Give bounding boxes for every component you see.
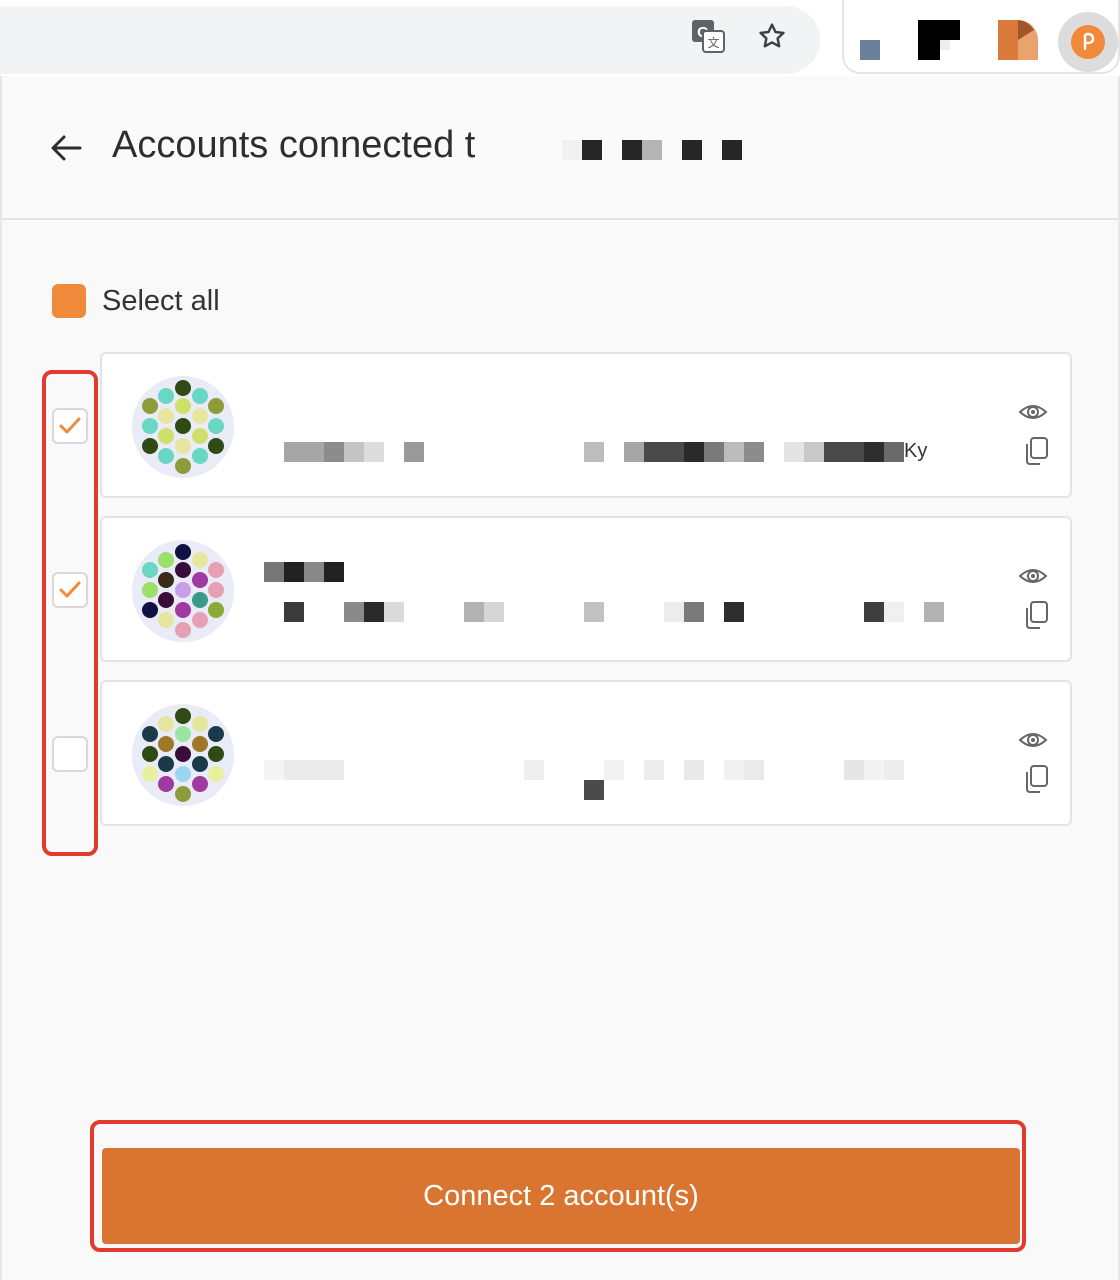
account-card-3[interactable]	[100, 680, 1072, 826]
select-all-indicator	[52, 284, 86, 318]
eye-icon[interactable]	[1018, 400, 1048, 424]
account-address-suffix: Ky	[904, 440, 928, 462]
eye-icon[interactable]	[1018, 564, 1048, 588]
account-avatar	[132, 540, 234, 642]
extension-icon-3[interactable]	[998, 20, 1038, 60]
extension-icon-2[interactable]	[918, 20, 960, 60]
back-arrow-icon[interactable]	[46, 128, 86, 168]
extension-icon-1[interactable]	[860, 40, 880, 60]
account-card-1[interactable]: Ky	[100, 352, 1072, 498]
select-all-checkbox[interactable]: Select all	[52, 284, 220, 318]
account-3-checkbox[interactable]	[52, 736, 88, 772]
connect-accounts-popup: Accounts connected t Select all Ky Conne…	[0, 76, 1120, 1280]
account-1-checkbox[interactable]	[52, 408, 88, 444]
checkmark-icon	[59, 417, 81, 434]
pinned-extension-icon[interactable]	[1058, 12, 1118, 72]
account-avatar	[132, 376, 234, 478]
copy-icon[interactable]	[1022, 764, 1050, 794]
connect-accounts-button[interactable]: Connect 2 account(s)	[102, 1148, 1020, 1244]
account-2-checkbox[interactable]	[52, 572, 88, 608]
select-all-label: Select all	[102, 284, 220, 317]
page-title: Accounts connected t	[112, 124, 476, 166]
copy-icon[interactable]	[1022, 600, 1050, 630]
account-avatar	[132, 704, 234, 806]
bookmark-star-icon[interactable]	[754, 18, 790, 54]
eye-icon[interactable]	[1018, 728, 1048, 752]
browser-toolbar: G 文	[0, 0, 1120, 76]
copy-icon[interactable]	[1022, 436, 1050, 466]
checkmark-icon	[59, 581, 81, 598]
svg-text:文: 文	[707, 35, 719, 50]
translate-icon[interactable]: G 文	[690, 18, 726, 54]
popup-header: Accounts connected t	[2, 76, 1118, 220]
account-card-2[interactable]	[100, 516, 1072, 662]
